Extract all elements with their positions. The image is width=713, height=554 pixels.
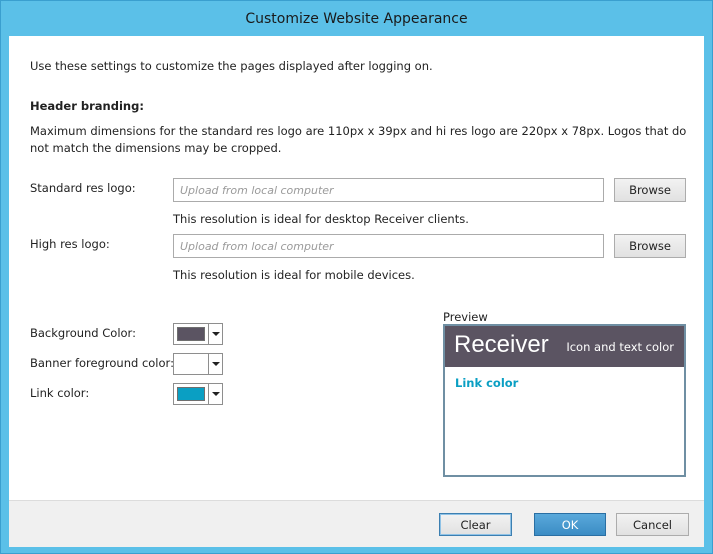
preview-link-text: Link color bbox=[455, 376, 519, 390]
clear-button[interactable]: Clear bbox=[439, 513, 512, 536]
standard-logo-placeholder: Upload from local computer bbox=[180, 183, 334, 197]
high-logo-browse-button[interactable]: Browse bbox=[614, 234, 686, 258]
banner-foreground-color-swatch bbox=[177, 357, 206, 371]
preview-logo-text: Receiver bbox=[454, 331, 549, 358]
chevron-down-icon[interactable] bbox=[208, 384, 222, 404]
standard-logo-browse-button[interactable]: Browse bbox=[614, 178, 686, 202]
logo-dimensions-description: Maximum dimensions for the standard res … bbox=[30, 124, 687, 155]
intro-text: Use these settings to customize the page… bbox=[30, 59, 433, 73]
preview-label: Preview bbox=[443, 310, 488, 324]
preview-panel: Receiver Icon and text color Link color bbox=[443, 324, 686, 477]
high-logo-input[interactable]: Upload from local computer bbox=[173, 234, 604, 258]
title-bar[interactable]: Customize Website Appearance bbox=[1, 1, 712, 36]
standard-logo-hint: This resolution is ideal for desktop Rec… bbox=[173, 212, 469, 226]
background-color-label: Background Color: bbox=[30, 326, 136, 340]
background-color-picker[interactable] bbox=[173, 323, 223, 345]
preview-banner: Receiver Icon and text color bbox=[445, 326, 684, 367]
preview-icon-text: Icon and text color bbox=[566, 340, 674, 354]
banner-foreground-color-picker[interactable] bbox=[173, 353, 223, 375]
ok-button[interactable]: OK bbox=[534, 513, 606, 536]
header-branding-heading: Header branding: bbox=[30, 99, 144, 113]
banner-foreground-color-label: Banner foreground color: bbox=[30, 356, 174, 370]
dialog-footer: Clear OK Cancel bbox=[9, 500, 704, 547]
background-color-swatch bbox=[177, 327, 206, 341]
standard-logo-label: Standard res logo: bbox=[30, 181, 136, 195]
dialog-content: Use these settings to customize the page… bbox=[9, 36, 704, 500]
cancel-button[interactable]: Cancel bbox=[616, 513, 689, 536]
standard-logo-input[interactable]: Upload from local computer bbox=[173, 178, 604, 202]
dialog-window: Customize Website Appearance Use these s… bbox=[0, 0, 713, 554]
link-color-swatch bbox=[177, 387, 206, 401]
link-color-picker[interactable] bbox=[173, 383, 223, 405]
high-logo-placeholder: Upload from local computer bbox=[180, 239, 334, 253]
chevron-down-icon[interactable] bbox=[208, 324, 222, 344]
window-title: Customize Website Appearance bbox=[245, 10, 468, 27]
high-logo-label: High res logo: bbox=[30, 237, 110, 251]
link-color-label: Link color: bbox=[30, 386, 90, 400]
high-logo-hint: This resolution is ideal for mobile devi… bbox=[173, 268, 415, 282]
chevron-down-icon[interactable] bbox=[208, 354, 222, 374]
